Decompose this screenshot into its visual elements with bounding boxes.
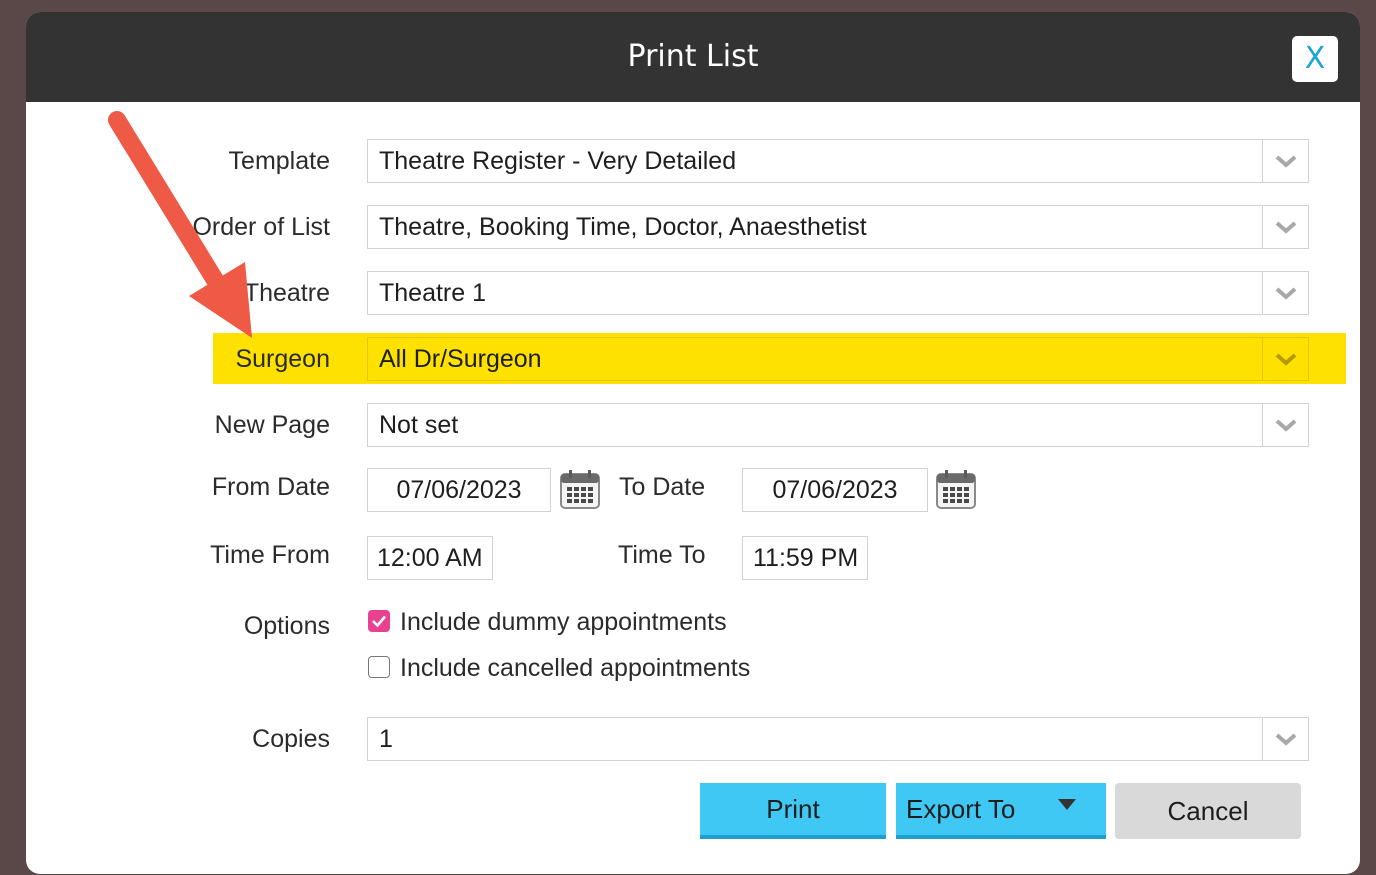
calendar-icon[interactable]: [935, 468, 977, 510]
time-to-input[interactable]: 11:59 PM: [742, 536, 868, 580]
include-dummy-label[interactable]: Include dummy appointments: [400, 607, 727, 637]
from-date-input[interactable]: 07/06/2023: [367, 468, 551, 512]
chevron-down-icon[interactable]: [1262, 206, 1308, 248]
new-page-label: New Page: [214, 411, 330, 439]
theatre-select[interactable]: Theatre 1: [367, 271, 1309, 315]
to-date-label: To Date: [619, 473, 706, 501]
close-icon: X: [1304, 41, 1326, 76]
close-button[interactable]: X: [1292, 36, 1338, 82]
time-from-input[interactable]: 12:00 AM: [367, 536, 493, 580]
chevron-down-icon[interactable]: [1262, 338, 1308, 380]
time-from-label: Time From: [210, 541, 330, 569]
options-label: Options: [243, 612, 330, 640]
chevron-down-icon[interactable]: [1262, 718, 1308, 760]
export-to-button[interactable]: Export To: [896, 783, 1106, 839]
cancel-button[interactable]: Cancel: [1115, 783, 1301, 839]
new-page-select[interactable]: Not set: [367, 403, 1309, 447]
dialog-title: Print List: [627, 39, 759, 74]
annotation-arrow: [108, 111, 252, 338]
include-dummy-checkbox[interactable]: [368, 610, 390, 632]
export-to-label: Export To: [906, 793, 1016, 824]
checkmark-icon: [372, 615, 386, 628]
order-select[interactable]: Theatre, Booking Time, Doctor, Anaesthet…: [367, 205, 1309, 249]
print-button[interactable]: Print: [700, 783, 886, 839]
to-date-input[interactable]: 07/06/2023: [742, 468, 928, 512]
chevron-down-icon[interactable]: [1262, 404, 1308, 446]
copies-select[interactable]: 1: [367, 717, 1309, 761]
theatre-value: Theatre 1: [379, 279, 487, 307]
from-date-label: From Date: [211, 473, 330, 501]
include-cancelled-checkbox[interactable]: [368, 656, 390, 678]
chevron-down-icon[interactable]: [1262, 272, 1308, 314]
order-value: Theatre, Booking Time, Doctor, Anaesthet…: [379, 213, 867, 241]
copies-label: Copies: [252, 725, 330, 753]
time-to-label: Time To: [618, 541, 706, 569]
surgeon-value: All Dr/Surgeon: [379, 345, 542, 373]
include-cancelled-label[interactable]: Include cancelled appointments: [400, 653, 750, 683]
calendar-icon[interactable]: [559, 468, 601, 510]
title-bar: Print List X: [26, 12, 1360, 102]
new-page-value: Not set: [379, 411, 459, 439]
chevron-down-icon[interactable]: [1262, 140, 1308, 182]
template-value: Theatre Register - Very Detailed: [379, 147, 737, 175]
copies-value: 1: [379, 725, 393, 753]
surgeon-label: Surgeon: [235, 345, 330, 373]
template-select[interactable]: Theatre Register - Very Detailed: [367, 139, 1309, 183]
surgeon-select[interactable]: All Dr/Surgeon: [367, 337, 1309, 381]
caret-down-icon: [1058, 799, 1076, 810]
